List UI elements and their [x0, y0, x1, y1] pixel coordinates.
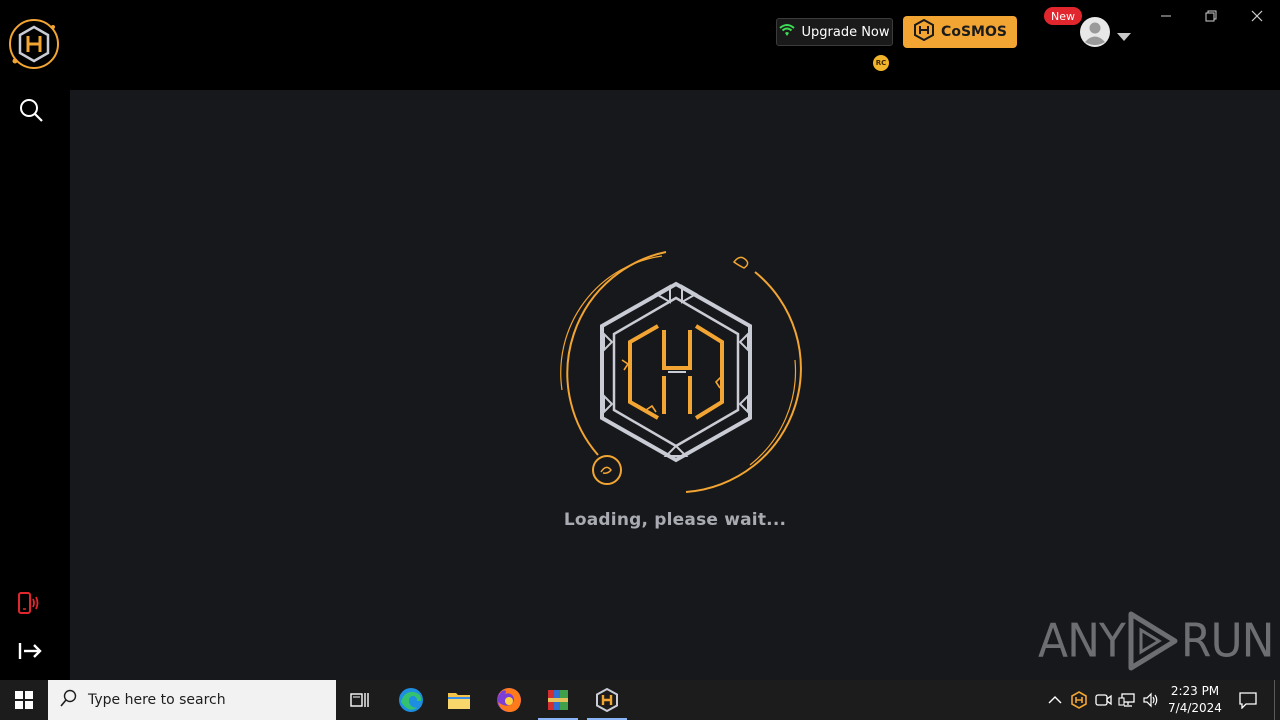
firefox-icon[interactable]: [485, 680, 533, 720]
cosmos-logo-icon: [913, 18, 935, 45]
logout-icon[interactable]: [18, 641, 44, 661]
upgrade-now-label: Upgrade Now: [801, 24, 890, 40]
meet-now-icon[interactable]: [1093, 690, 1113, 710]
new-badge: New: [1044, 7, 1082, 25]
taskbar-search-box[interactable]: Type here to search: [48, 680, 336, 720]
anyrun-watermark: ANY RUN: [1038, 608, 1275, 674]
edge-icon[interactable]: [387, 680, 435, 720]
main-content: Loading, please wait...: [70, 90, 1280, 680]
user-avatar-icon[interactable]: [1080, 17, 1110, 47]
search-icon[interactable]: [18, 97, 44, 123]
task-view-icon[interactable]: [336, 680, 384, 720]
notification-icon[interactable]: [1236, 680, 1260, 720]
app-logo-icon[interactable]: [7, 17, 61, 71]
network-icon[interactable]: [1117, 690, 1137, 710]
winrar-icon[interactable]: [534, 680, 582, 720]
loading-logo-icon: [560, 251, 802, 493]
chevron-up-icon[interactable]: [1045, 690, 1065, 710]
loading-spinner: [550, 250, 802, 500]
restore-button[interactable]: [1200, 6, 1222, 26]
wifi-icon: [779, 23, 796, 41]
minimize-button[interactable]: [1155, 6, 1177, 26]
volume-icon[interactable]: [1141, 690, 1161, 710]
top-bar: Upgrade Now CoSMOS RC New: [0, 0, 1280, 90]
rc-badge: RC: [873, 55, 889, 71]
app-window: Upgrade Now CoSMOS RC New Loading, pleas…: [0, 0, 1280, 680]
loading-text: Loading, please wait...: [563, 510, 787, 530]
clock-time: 2:23 PM: [1170, 684, 1220, 698]
app-tray-icon[interactable]: [1069, 690, 1089, 710]
phone-vibrate-icon[interactable]: [16, 591, 42, 615]
watermark-text-left: ANY: [1038, 614, 1126, 668]
clock-date: 7/4/2024: [1168, 701, 1222, 715]
file-explorer-icon[interactable]: [435, 680, 483, 720]
search-icon: [60, 689, 78, 711]
taskbar-clock[interactable]: 2:23 PM 7/4/2024: [1166, 683, 1224, 717]
upgrade-now-button[interactable]: Upgrade Now: [776, 18, 893, 46]
watermark-text-right: RUN: [1180, 614, 1275, 668]
play-icon: [1125, 610, 1181, 672]
cosmos-button[interactable]: CoSMOS: [903, 16, 1017, 48]
sidebar: [0, 90, 70, 680]
close-button[interactable]: [1246, 6, 1268, 26]
chevron-down-icon[interactable]: [1116, 27, 1132, 41]
taskbar-search-placeholder: Type here to search: [88, 692, 226, 708]
taskbar: Type here to search 2:23 PM 7/4/2024: [0, 680, 1280, 720]
windows-start-icon[interactable]: [0, 680, 48, 720]
show-desktop-button[interactable]: [1274, 680, 1280, 720]
app-logo-icon[interactable]: [583, 680, 631, 720]
cosmos-label: CoSMOS: [941, 24, 1007, 40]
